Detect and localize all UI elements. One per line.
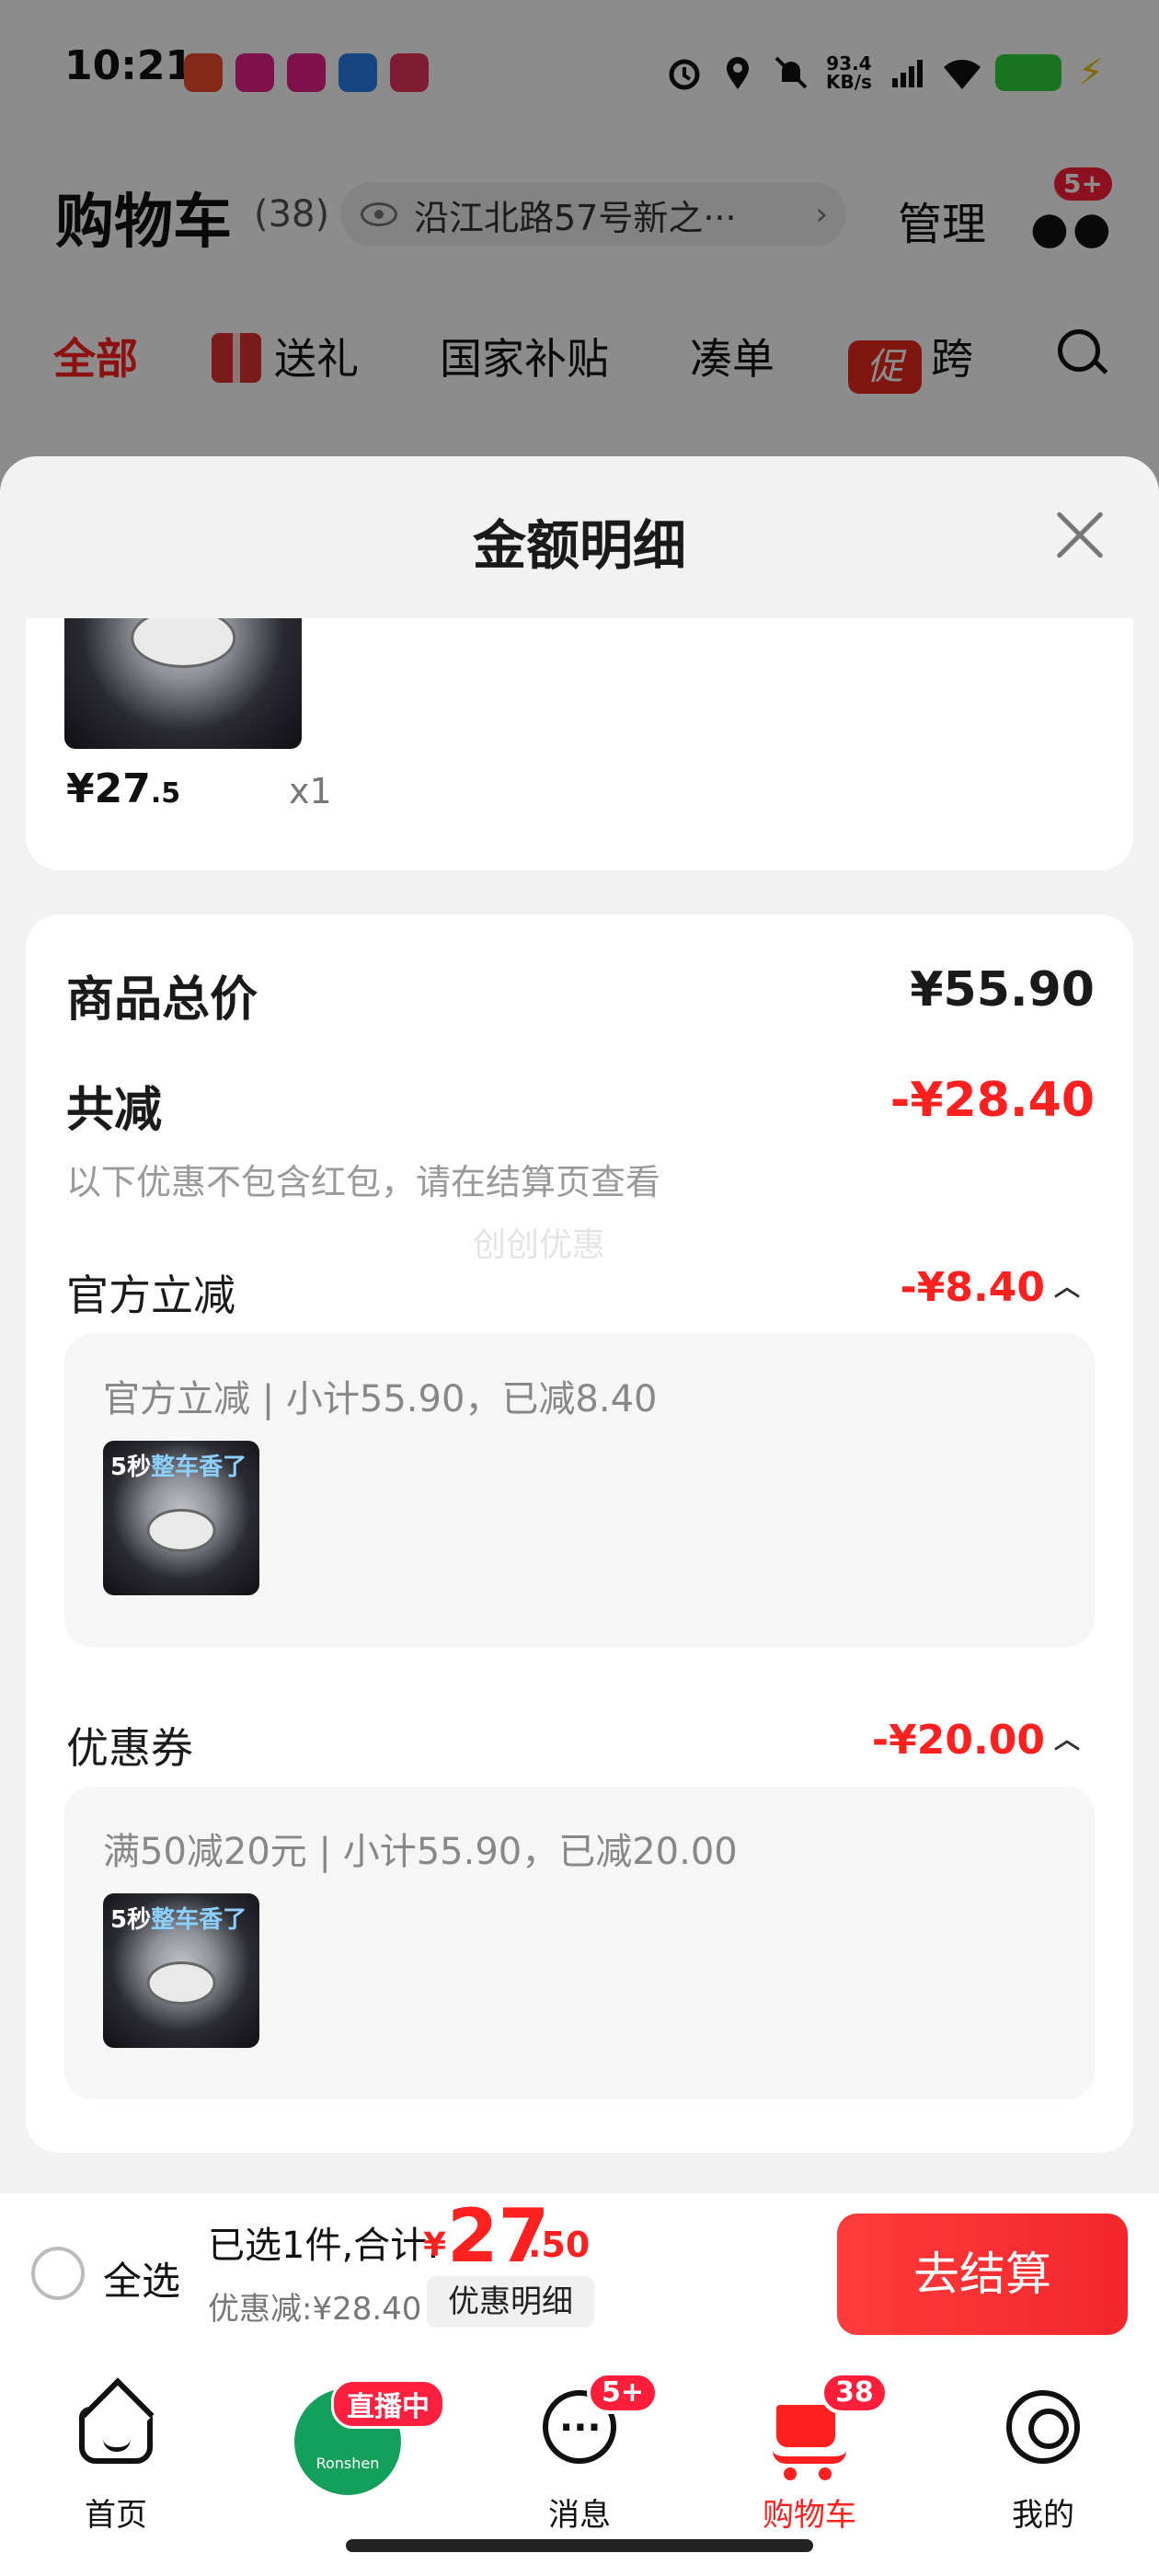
messages-badge: 5+	[587, 2372, 660, 2414]
tab-cart-label: 购物车	[763, 2497, 856, 2534]
close-icon[interactable]	[1049, 504, 1111, 567]
checkout-button[interactable]: 去结算	[837, 2214, 1128, 2335]
chevron-up-icon: ︿	[1053, 1724, 1080, 1754]
product-cap	[146, 1961, 216, 2005]
select-all-radio[interactable]	[31, 2247, 85, 2300]
total-reduce-label: 共减	[66, 1083, 163, 1138]
amount-detail-sheet: ¥27.5 x1 金额明细 商品总价 ¥55.90 共减 -¥28.40 以下优…	[0, 456, 1159, 2576]
bottom-tab-bar: 首页 Ronshen 直播中 5+ 消息 38 购物车 我的	[0, 2355, 1159, 2576]
chevron-up-icon: ︿	[1053, 1271, 1080, 1302]
product-thumbnail: 5秒整车香了	[103, 1441, 259, 1595]
user-icon	[1006, 2390, 1080, 2464]
discount-note: 以下优惠不包含红包，请在结算页查看	[66, 1162, 661, 1202]
select-all-label[interactable]: 全选	[103, 2250, 180, 2306]
watermark: 创创优惠	[473, 1226, 606, 1264]
tab-me-label: 我的	[1012, 2497, 1074, 2534]
official-reduction-label: 官方立减	[66, 1271, 235, 1320]
sheet-header: 金额明细	[0, 456, 1159, 618]
tab-messages-label: 消息	[548, 2497, 611, 2534]
product-image	[64, 618, 302, 749]
discount-detail-button[interactable]: 优惠明细	[427, 2276, 594, 2328]
tab-live[interactable]: Ronshen 直播中	[272, 2372, 445, 2528]
selected-summary: 已选1件,合计:	[208, 2225, 440, 2267]
official-reduction-detail-text: 官方立减 | 小计55.90，已减8.40	[103, 1378, 658, 1420]
top-item-card: ¥27.5 x1	[26, 618, 1133, 870]
total-amount-dec: .50	[528, 2225, 591, 2265]
home-indicator[interactable]	[346, 2539, 813, 2552]
coupon-detail: 满50减20元 | 小计55.90，已减20.00 5秒整车香了	[64, 1787, 1095, 2099]
product-total-label: 商品总价	[66, 972, 258, 1028]
total-currency: ¥	[423, 2226, 447, 2264]
home-icon	[79, 2407, 153, 2464]
product-cap	[146, 1508, 216, 1552]
official-reduction-detail: 官方立减 | 小计55.90，已减8.40 5秒整车香了	[64, 1334, 1095, 1647]
discount-summary: 优惠减:¥28.40	[208, 2291, 422, 2328]
live-badge: 直播中	[331, 2379, 445, 2429]
checkout-bar: 全选 已选1件,合计: ¥ 27 .50 优惠减:¥28.40 优惠明细 去结算	[0, 2193, 1159, 2355]
product-cap	[131, 618, 235, 668]
coupon-label: 优惠券	[66, 1723, 193, 1773]
coupon-detail-text: 满50减20元 | 小计55.90，已减20.00	[103, 1831, 738, 1873]
item-price: ¥27.5	[66, 765, 181, 812]
cart-badge: 38	[820, 2372, 889, 2414]
price-breakdown-card: 商品总价 ¥55.90 共减 -¥28.40 以下优惠不包含红包，请在结算页查看…	[26, 914, 1133, 2153]
product-thumbnail: 5秒整车香了	[103, 1893, 259, 2048]
official-reduction-toggle[interactable]: -¥8.40 ︿	[901, 1264, 1080, 1311]
total-reduce-value: -¥28.40	[889, 1073, 1095, 1128]
item-quantity: x1	[289, 771, 332, 811]
tab-home-label: 首页	[85, 2497, 147, 2534]
product-slogan: 5秒整车香了	[110, 1454, 247, 1481]
coupon-toggle[interactable]: -¥20.00 ︿	[872, 1717, 1080, 1764]
sheet-title: 金额明细	[472, 514, 686, 577]
product-slogan: 5秒整车香了	[110, 1906, 247, 1934]
product-total-value: ¥55.90	[910, 962, 1095, 1018]
cart-icon	[773, 2405, 846, 2480]
